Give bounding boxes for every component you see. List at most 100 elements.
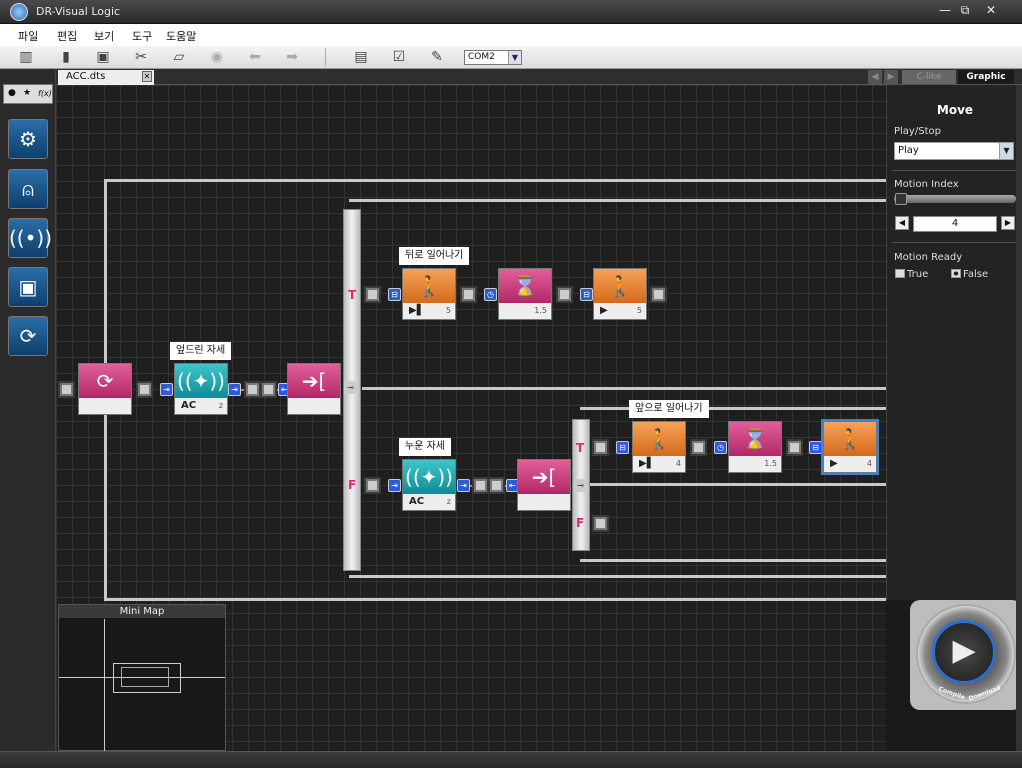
port[interactable] [244, 381, 261, 398]
slider-handle[interactable] [895, 193, 907, 205]
mini-map-axis [104, 619, 105, 751]
sensor-block-ac[interactable]: ((✦)) AC z [174, 363, 228, 415]
motion-value: 5 [445, 306, 451, 315]
tab-c-like[interactable]: C-like [902, 70, 956, 84]
mini-map-title: Mini Map [59, 605, 225, 618]
port-connector[interactable]: ◷ [484, 288, 497, 301]
menu-tools[interactable]: 도구 [132, 28, 152, 44]
port[interactable] [364, 286, 381, 303]
redo-icon[interactable]: ➡ [283, 49, 301, 65]
play-button[interactable]: ▶ [932, 620, 996, 684]
vertical-scrollbar[interactable] [1016, 85, 1022, 751]
port[interactable] [472, 477, 489, 494]
motion-value: 4 [866, 459, 872, 468]
inner-true-label: T [576, 441, 585, 455]
port[interactable] [592, 515, 609, 532]
port[interactable] [592, 439, 609, 456]
save-icon[interactable]: ▣ [94, 49, 112, 65]
step-icon: ▶▌ [409, 305, 425, 316]
port[interactable] [260, 381, 277, 398]
sensor-axis: z [218, 401, 223, 410]
port-connector[interactable]: ⊟ [616, 441, 629, 454]
menu-file[interactable]: 파일 [18, 28, 38, 44]
inner-branch-input-port[interactable]: ⊸ [574, 479, 587, 492]
edit-icon[interactable]: ✎ [428, 49, 446, 65]
port-connector[interactable]: ⇥ [388, 479, 401, 492]
tab-star[interactable]: ★ [23, 88, 31, 98]
port[interactable] [650, 286, 667, 303]
loop-block[interactable]: ⟳ [78, 363, 132, 415]
motion-block-front-rise[interactable]: 🚶 ▶▌ 4 [632, 421, 686, 473]
port[interactable] [460, 286, 477, 303]
tab-graphic[interactable]: Graphic [958, 70, 1014, 84]
wireless-icon[interactable]: ((•)) [8, 218, 52, 258]
compare-block[interactable]: ➔[ [517, 459, 571, 511]
walk-icon: 🚶 [403, 269, 455, 303]
decrement-button[interactable]: ◀ [895, 216, 909, 230]
menu-view[interactable]: 보기 [94, 28, 114, 44]
port-connector[interactable]: ⊟ [809, 441, 822, 454]
play-stop-value: Play [898, 145, 919, 156]
next-view-button[interactable]: ▶ [884, 70, 898, 84]
compare-block[interactable]: ➔[ [287, 363, 341, 415]
paste-icon[interactable]: ◉ [208, 49, 226, 65]
radio-false[interactable]: False [951, 269, 988, 280]
port-select[interactable]: COM2 ▼ [464, 50, 522, 65]
play-stop-select[interactable]: Play ▼ [894, 142, 1014, 160]
restore-button[interactable]: ⧉ [952, 3, 978, 19]
port[interactable] [556, 286, 573, 303]
close-icon[interactable]: ✕ [142, 71, 152, 82]
cycle-icon[interactable]: ⟳ [8, 316, 48, 356]
motion-block[interactable]: 🚶 ▶ 5 [593, 268, 647, 320]
antenna-icon[interactable]: ⍝ [8, 169, 48, 209]
compare-icon: ➔[ [518, 460, 570, 494]
tab-function[interactable]: f(x) [38, 89, 52, 98]
tab-acc-dts[interactable]: ACC.dts ✕ [58, 70, 154, 85]
motion-block-back-rise[interactable]: 🚶 ▶▌ 5 [402, 268, 456, 320]
port[interactable] [786, 439, 803, 456]
close-button[interactable]: ✕ [978, 3, 1004, 19]
wire [590, 483, 886, 486]
radio-true[interactable]: True [895, 269, 928, 280]
port-value: COM2 [468, 52, 495, 62]
tab-label: ACC.dts [66, 71, 106, 82]
port-connector[interactable]: ⇥ [457, 479, 470, 492]
sensor-block-ac[interactable]: ((✦)) AC z [402, 459, 456, 511]
copy-icon[interactable]: ▱ [170, 49, 188, 65]
undo-icon[interactable]: ⬅ [246, 49, 264, 65]
port-connector[interactable]: ⊟ [580, 288, 593, 301]
port-connector[interactable]: ◷ [714, 441, 727, 454]
open-icon[interactable]: ▮ [57, 49, 75, 65]
motion-index-field[interactable]: 4 [913, 216, 997, 232]
menu-edit[interactable]: 편집 [57, 28, 77, 44]
port-connector[interactable]: ⊟ [388, 288, 401, 301]
tab-dot[interactable]: ● [8, 88, 16, 98]
port[interactable] [364, 477, 381, 494]
sensor-icon: ((✦)) [175, 364, 227, 398]
motion-block-selected[interactable]: 🚶 ▶ 4 [821, 419, 879, 475]
port[interactable] [58, 381, 75, 398]
wait-block[interactable]: ⌛ 1.5 [728, 421, 782, 473]
check-icon[interactable]: ☑ [390, 49, 408, 65]
cut-icon[interactable]: ✂ [132, 49, 150, 65]
branch-input-port[interactable]: ⊸ [344, 381, 357, 394]
new-icon[interactable]: ▥ [17, 49, 35, 65]
port[interactable] [136, 381, 153, 398]
branch-true-label: T [348, 288, 357, 302]
prev-view-button[interactable]: ◀ [868, 70, 882, 84]
port-connector[interactable]: ⇥ [160, 383, 173, 396]
wait-block[interactable]: ⌛ 1.5 [498, 268, 552, 320]
menu-help[interactable]: 도움말 [166, 28, 196, 44]
gear-icon[interactable]: ⚙ [8, 119, 48, 159]
motion-index-slider[interactable] [894, 195, 1016, 203]
radio-on-icon [951, 269, 961, 278]
properties-title: Move [936, 103, 974, 117]
port[interactable] [690, 439, 707, 456]
print-icon[interactable]: ▤ [352, 49, 370, 65]
walk-icon: 🚶 [594, 269, 646, 303]
floppy-save-icon[interactable]: ▣ [8, 267, 48, 307]
port[interactable] [488, 477, 505, 494]
increment-button[interactable]: ▶ [1001, 216, 1015, 230]
port-connector[interactable]: ⇥ [228, 383, 241, 396]
mini-map[interactable]: Mini Map [58, 604, 226, 751]
